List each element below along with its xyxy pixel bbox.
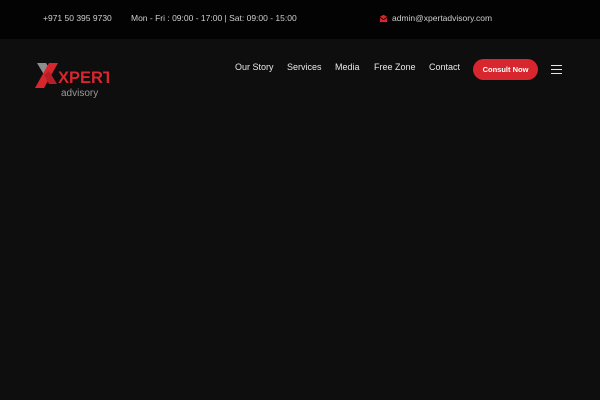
opening-hours: Mon - Fri : 09:00 - 17:00 | Sat: 09:00 -… [131, 13, 297, 23]
xpert-logo-mark: XPERT advisory [35, 63, 113, 99]
menu-line [551, 65, 562, 67]
nav-services[interactable]: Services [287, 62, 322, 72]
envelope-icon [379, 14, 388, 22]
logo-wordmark: XPERT [58, 69, 109, 87]
phone-number[interactable]: +971 50 395 9730 [43, 13, 112, 23]
page: +971 50 395 9730 Mon - Fri : 09:00 - 17:… [0, 0, 600, 400]
nav-media[interactable]: Media [335, 62, 360, 72]
menu-line [551, 73, 562, 75]
top-contact-bar: +971 50 395 9730 Mon - Fri : 09:00 - 17:… [0, 0, 600, 39]
nav-contact[interactable]: Contact [429, 62, 460, 72]
nav-our-story[interactable]: Our Story [235, 62, 274, 72]
site-logo[interactable]: XPERT advisory [33, 61, 113, 101]
menu-line [551, 69, 562, 71]
email-address: admin@xpertadvisory.com [392, 13, 493, 23]
consult-now-button[interactable]: Consult Now [473, 59, 538, 80]
hero-section [0, 110, 600, 400]
logo-subtitle: advisory [61, 88, 98, 99]
nav-free-zone[interactable]: Free Zone [374, 62, 416, 72]
hamburger-menu-icon[interactable] [551, 65, 562, 75]
email-link[interactable]: admin@xpertadvisory.com [379, 12, 492, 24]
